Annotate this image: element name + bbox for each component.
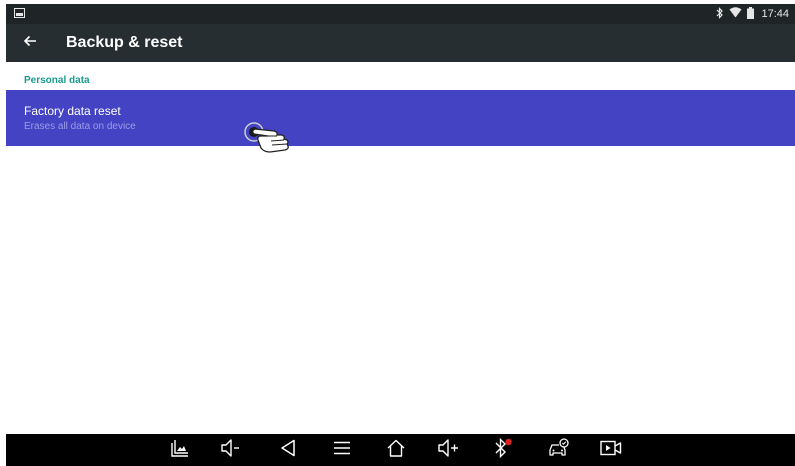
page-title: Backup & reset xyxy=(66,34,183,51)
battery-icon xyxy=(747,6,755,22)
status-time: 17:44 xyxy=(761,8,789,20)
arrow-back-icon xyxy=(23,34,37,52)
back-nav-button[interactable] xyxy=(275,438,301,462)
list-item-factory-data-reset[interactable]: Factory data reset Erases all data on de… xyxy=(6,90,795,146)
back-button[interactable] xyxy=(10,24,50,62)
back-triangle-icon xyxy=(280,439,296,462)
video-record-icon xyxy=(600,440,622,461)
screen: 17:44 Backup & reset Personal data Facto… xyxy=(6,4,795,466)
bluetooth-icon xyxy=(716,6,724,22)
menu-button[interactable] xyxy=(329,438,355,462)
volume-up-icon xyxy=(438,438,460,462)
volume-down-button[interactable] xyxy=(218,438,244,462)
bluetooth-button[interactable] xyxy=(490,437,516,463)
home-icon xyxy=(386,439,406,462)
bluetooth-off-icon xyxy=(493,437,513,463)
volume-down-icon xyxy=(221,438,241,462)
home-button[interactable] xyxy=(383,438,409,462)
item-subtitle: Erases all data on device xyxy=(24,121,136,132)
hand-pointer-icon xyxy=(244,121,292,160)
navigation-bar xyxy=(6,434,795,466)
menu-icon xyxy=(333,441,351,460)
screen-record-button[interactable] xyxy=(598,438,624,462)
volume-up-button[interactable] xyxy=(436,438,462,462)
screenshot-icon xyxy=(171,439,189,462)
vehicle-diagnostics-button[interactable] xyxy=(546,437,572,463)
app-bar: Backup & reset xyxy=(6,24,795,62)
car-diagnostic-icon xyxy=(548,437,570,463)
screenshot-button[interactable] xyxy=(167,438,193,462)
section-header-personal-data: Personal data xyxy=(24,75,90,86)
wifi-icon xyxy=(729,7,742,21)
status-bar: 17:44 xyxy=(6,4,795,24)
image-notification-icon xyxy=(14,8,25,21)
item-title: Factory data reset xyxy=(24,104,121,118)
